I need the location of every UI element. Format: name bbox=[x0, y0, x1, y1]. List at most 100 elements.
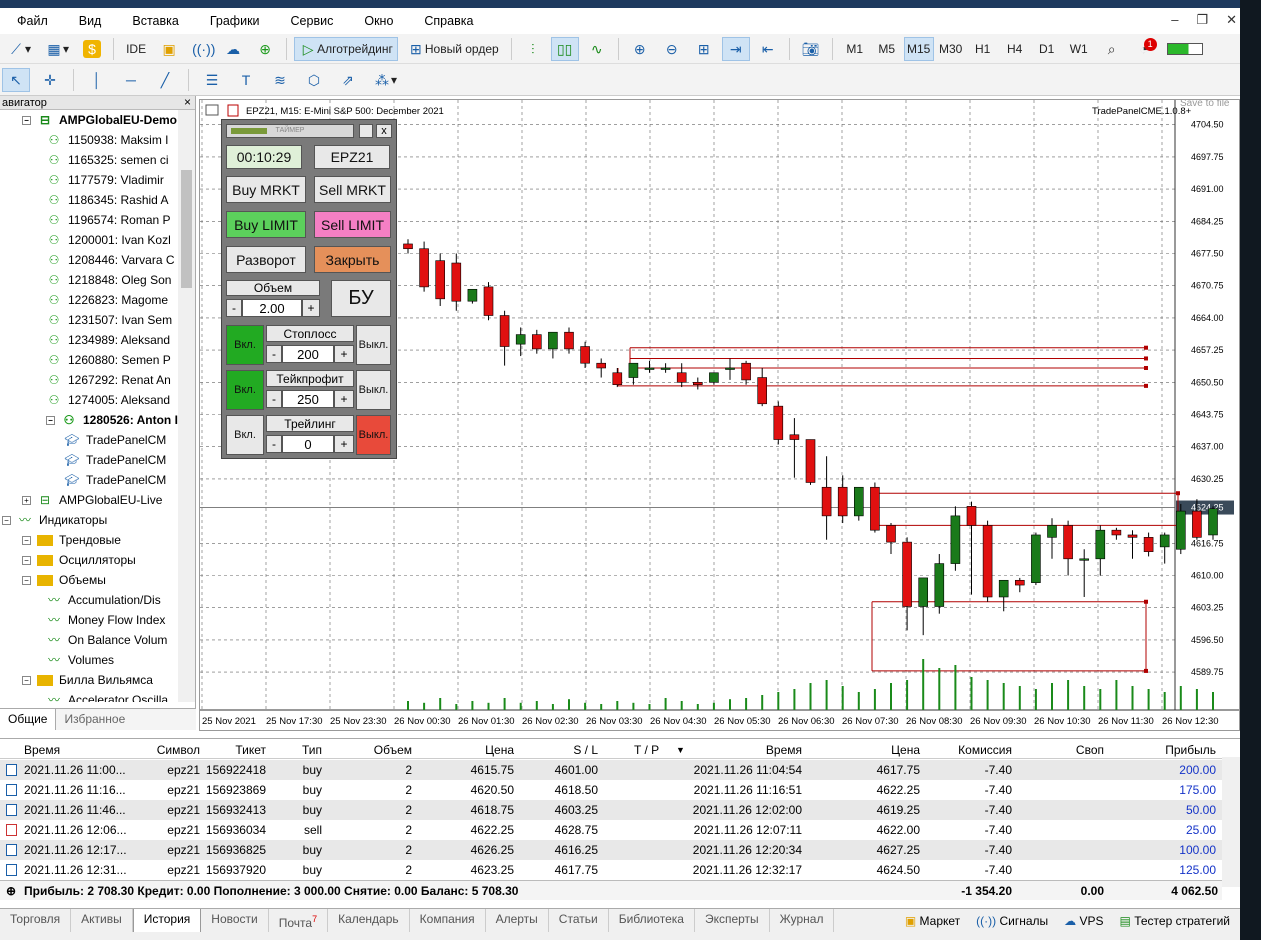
nav-item[interactable]: ⚇ 1186345: Rashid A bbox=[46, 190, 169, 210]
takeprofit-minus-button[interactable]: - bbox=[266, 390, 282, 408]
toolbox-tab[interactable]: Статьи bbox=[549, 908, 609, 933]
column-header[interactable]: Время bbox=[766, 740, 802, 760]
expand-toggle-icon[interactable]: − bbox=[22, 535, 31, 545]
stoploss-minus-button[interactable]: - bbox=[266, 345, 282, 363]
column-header[interactable]: Своп bbox=[1076, 740, 1104, 760]
objects-icon[interactable]: ⁂ ▾ bbox=[368, 68, 402, 92]
toolbox-tab[interactable]: Библиотека bbox=[609, 908, 695, 933]
crosshair-icon[interactable]: ✛ bbox=[36, 68, 64, 92]
expand-toggle-icon[interactable]: − bbox=[22, 555, 31, 565]
timeframe-button[interactable]: H4 bbox=[1000, 37, 1030, 61]
nav-item[interactable]: 〰 Volumes bbox=[46, 650, 114, 670]
timeframe-button[interactable]: M5 bbox=[872, 37, 902, 61]
nav-item[interactable]: ⚇ 1231507: Ivan Sem bbox=[46, 310, 172, 330]
horizontal-line-icon[interactable]: ─ bbox=[117, 68, 145, 92]
autoscroll-icon[interactable]: ⇥ bbox=[721, 36, 750, 61]
nav-item[interactable]: + ⊟ AMPGlobalEU-Live bbox=[22, 490, 162, 510]
vps-icon[interactable]: ☁ bbox=[219, 37, 247, 61]
nav-item[interactable]: 〰 Money Flow Index bbox=[46, 610, 165, 630]
web-icon[interactable]: ⊕ bbox=[251, 37, 279, 61]
nav-item[interactable]: ⚇ 1165325: semen ci bbox=[46, 150, 169, 170]
screenshot-icon[interactable]: 📷︎ bbox=[797, 37, 825, 61]
history-row[interactable]: 2021.11.26 12:31... epz21 156937920 buy 2 462… bbox=[0, 860, 1222, 880]
sell-limit-button[interactable]: Sell LIMIT bbox=[314, 211, 391, 238]
column-header[interactable]: Тикет bbox=[235, 740, 266, 760]
navigator-close-icon[interactable]: × bbox=[184, 95, 191, 109]
expand-toggle-icon[interactable]: + bbox=[22, 495, 31, 505]
toolbox-tab[interactable]: Компания bbox=[410, 908, 486, 933]
history-row[interactable]: 2021.11.26 11:46... epz21 156932413 buy 2 461… bbox=[0, 800, 1222, 820]
toolbox-tab[interactable]: Торговля bbox=[0, 908, 72, 933]
column-header[interactable]: Комиссия bbox=[958, 740, 1012, 760]
nav-item[interactable]: ⚇ 1274005: Aleksand bbox=[46, 390, 170, 410]
column-header[interactable]: T / P bbox=[634, 740, 659, 760]
shopping-bag-icon[interactable]: ▣ bbox=[155, 37, 183, 61]
nav-item[interactable]: ⚇ 1177579: Vladimir bbox=[46, 170, 164, 190]
trailing-input[interactable]: 0 bbox=[282, 435, 334, 453]
navigator-scrollbar[interactable] bbox=[178, 110, 195, 702]
timeframe-button[interactable]: M15 bbox=[903, 36, 934, 61]
tester-link[interactable]: ▤ Тестер стратегий bbox=[1120, 914, 1230, 928]
panel-close-button[interactable]: x bbox=[376, 124, 392, 138]
volume-input[interactable]: 2.00 bbox=[242, 299, 302, 317]
stoploss-off-button[interactable]: Выкл. bbox=[356, 325, 391, 365]
minimize-icon[interactable]: – bbox=[1171, 8, 1178, 32]
vps-link[interactable]: ☁ VPS bbox=[1064, 914, 1103, 928]
timeframe-button[interactable]: H1 bbox=[968, 37, 998, 61]
arrows-icon[interactable]: ⇗ bbox=[334, 68, 362, 92]
buy-market-button[interactable]: Buy MRKT bbox=[226, 176, 306, 203]
cursor-icon[interactable]: ↖ bbox=[2, 67, 30, 92]
trailing-minus-button[interactable]: - bbox=[266, 435, 282, 453]
nav-item[interactable]: − Трендовые bbox=[22, 530, 121, 550]
trailing-plus-button[interactable]: + bbox=[334, 435, 354, 453]
menu-item[interactable]: Справка bbox=[407, 8, 487, 34]
notifications-icon[interactable]: ◔ 1 bbox=[1130, 37, 1158, 61]
chart-shift-icon[interactable]: ⇤ bbox=[754, 37, 782, 61]
toolbox-tab[interactable]: Алерты bbox=[486, 908, 549, 933]
history-row[interactable]: 2021.11.26 11:16... epz21 156923869 buy 2 462… bbox=[0, 780, 1222, 800]
history-row[interactable]: 2021.11.26 12:06... epz21 156936034 sell 2 46… bbox=[0, 820, 1222, 840]
nav-item[interactable]: 〰 Accelerator Oscilla bbox=[46, 690, 168, 702]
breakeven-button[interactable]: БУ bbox=[331, 280, 391, 317]
timeframe-button[interactable]: M30 bbox=[936, 37, 966, 61]
menu-item[interactable]: Графики bbox=[193, 8, 274, 34]
takeprofit-plus-button[interactable]: + bbox=[334, 390, 354, 408]
column-header[interactable]: Объем bbox=[374, 740, 412, 760]
reverse-button[interactable]: Разворот bbox=[226, 246, 306, 273]
trailing-off-button[interactable]: Выкл. bbox=[356, 415, 391, 455]
nav-item[interactable]: 🎓︎ TradePanelCM bbox=[64, 430, 166, 450]
expand-toggle-icon[interactable]: − bbox=[22, 115, 31, 125]
stoploss-plus-button[interactable]: + bbox=[334, 345, 354, 363]
fibo-icon[interactable]: ≋ bbox=[266, 68, 294, 92]
nav-item[interactable]: ⚇ 1218848: Oleg Son bbox=[46, 270, 172, 290]
column-header[interactable]: Цена bbox=[485, 740, 514, 760]
toolbox-tab[interactable]: Почта7 bbox=[269, 908, 329, 933]
summary-expand-icon[interactable]: ⊕ bbox=[6, 881, 16, 901]
takeprofit-on-button[interactable]: Вкл. bbox=[226, 370, 264, 410]
restore-icon[interactable]: ❐ bbox=[1196, 8, 1208, 32]
column-header[interactable]: Время bbox=[24, 740, 60, 760]
nav-item[interactable]: ⚇ 1196574: Roman P bbox=[46, 210, 171, 230]
history-row[interactable]: 2021.11.26 12:17... epz21 156936825 buy 2 462… bbox=[0, 840, 1222, 860]
signals-link[interactable]: ((·)) Сигналы bbox=[976, 914, 1048, 928]
signals-icon[interactable]: ((·)) bbox=[187, 37, 215, 61]
zoom-in-icon[interactable]: ⊕ bbox=[626, 37, 654, 61]
vertical-line-icon[interactable]: │ bbox=[83, 68, 111, 92]
nav-item[interactable]: − ⚇ 1280526: Anton I bbox=[46, 410, 178, 430]
grid-icon[interactable]: ⊞ bbox=[690, 37, 718, 61]
column-header[interactable]: Цена bbox=[891, 740, 920, 760]
column-header[interactable]: S / L bbox=[573, 740, 598, 760]
nav-item[interactable]: 〰 On Balance Volum bbox=[46, 630, 167, 650]
column-header[interactable]: Прибыль bbox=[1165, 740, 1216, 760]
nav-item[interactable]: ⚇ 1226823: Magome bbox=[46, 290, 168, 310]
column-header[interactable]: Тип bbox=[302, 740, 322, 760]
sort-arrow-icon[interactable]: ▼ bbox=[676, 740, 685, 760]
timeframe-button[interactable]: D1 bbox=[1032, 37, 1062, 61]
menu-item[interactable]: Вставка bbox=[115, 8, 192, 34]
nav-item[interactable]: ⚇ 1267292: Renat An bbox=[46, 370, 171, 390]
history-row[interactable]: 2021.11.26 11:00... epz21 156922418 buy 2 461… bbox=[0, 760, 1222, 780]
nav-item[interactable]: ⚇ 1208446: Varvara C bbox=[46, 250, 175, 270]
new-order-button[interactable]: ⊞ Новый ордер bbox=[402, 37, 504, 61]
stoploss-on-button[interactable]: Вкл. bbox=[226, 325, 264, 365]
expand-toggle-icon[interactable]: − bbox=[46, 415, 55, 425]
